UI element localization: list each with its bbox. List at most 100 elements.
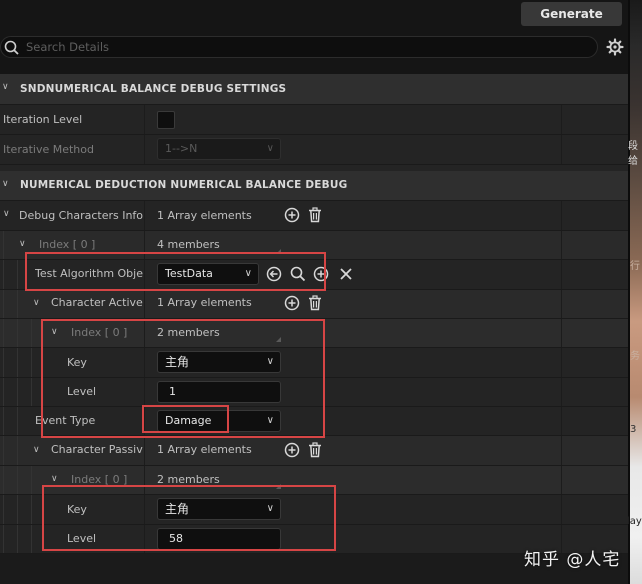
dropdown-value: TestData [165, 267, 213, 280]
trash-icon[interactable] [307, 442, 323, 458]
chevron-down-icon: ∨ [266, 356, 274, 367]
resize-grip-icon [276, 249, 281, 254]
tree-guide [3, 495, 4, 524]
tree-guide [3, 466, 4, 494]
iterative-method-dropdown[interactable]: 1-->N ∨ [157, 138, 281, 160]
property-label: Character Active [51, 296, 143, 309]
tree-guide [31, 378, 32, 406]
tree-guide [17, 436, 18, 465]
column-divider [144, 378, 145, 406]
column-divider [144, 135, 145, 164]
column-divider [561, 319, 562, 347]
section-header-settings[interactable]: ∨ SNDNUMERICAL BALANCE DEBUG SETTINGS [0, 74, 628, 105]
side-text-fragment: 务 [630, 351, 640, 362]
tree-guide [31, 495, 32, 524]
add-element-icon[interactable] [284, 442, 300, 458]
active-key-dropdown[interactable]: 主角 ∨ [157, 351, 281, 373]
tree-guide [3, 290, 4, 318]
section-header-debug[interactable]: ∨ NUMERICAL DEDUCTION NUMERICAL BALANCE … [0, 171, 628, 201]
side-text-fragment: 3 [630, 424, 637, 435]
tree-guide [3, 348, 4, 377]
tree-guide [17, 260, 18, 289]
resize-grip-icon [276, 484, 281, 489]
row-event-type: Event Type Damage ∨ [0, 407, 628, 436]
row-active-key: Key 主角 ∨ [0, 348, 628, 378]
chevron-down-icon: ∨ [266, 415, 274, 426]
chevron-down-icon[interactable]: ∨ [19, 239, 26, 249]
tree-guide [17, 319, 18, 347]
chevron-down-icon[interactable]: ∨ [33, 445, 40, 455]
column-divider [561, 466, 562, 494]
section-title: NUMERICAL DEDUCTION NUMERICAL BALANCE DE… [20, 179, 348, 191]
browse-search-icon[interactable] [290, 266, 306, 282]
column-divider [144, 407, 145, 435]
property-label: Debug Characters Info [19, 209, 144, 222]
tree-guide [17, 525, 18, 553]
column-divider [561, 231, 562, 259]
column-divider [144, 260, 145, 289]
column-divider [144, 231, 145, 259]
passive-level-input[interactable]: 58 [157, 528, 281, 550]
property-label: Level [67, 385, 97, 398]
details-panel: ∨ SNDNUMERICAL BALANCE DEBUG SETTINGS It… [0, 74, 628, 554]
property-label: Iteration Level [3, 113, 83, 126]
add-element-icon[interactable] [284, 295, 300, 311]
tree-guide [17, 378, 18, 406]
test-algorithm-asset-dropdown[interactable]: TestData ∨ [157, 263, 259, 285]
settings-gear-icon[interactable] [606, 38, 624, 56]
chevron-down-icon[interactable]: ∨ [51, 327, 58, 337]
iteration-level-checkbox[interactable] [157, 111, 175, 129]
search-bar[interactable]: Search Details [0, 36, 598, 58]
add-element-icon[interactable] [284, 207, 300, 223]
tree-guide [17, 407, 18, 435]
chevron-down-icon: ∨ [244, 268, 252, 279]
column-divider [561, 378, 562, 406]
tree-guide [17, 466, 18, 494]
passive-key-dropdown[interactable]: 主角 ∨ [157, 498, 281, 520]
search-icon [4, 40, 19, 55]
generate-button[interactable]: Generate [521, 2, 622, 26]
background-image-strip [630, 0, 642, 584]
chevron-down-icon: ∨ [266, 503, 274, 514]
member-count: 2 members [157, 473, 220, 486]
column-divider [144, 525, 145, 553]
chevron-down-icon[interactable]: ∨ [2, 82, 9, 92]
chevron-down-icon[interactable]: ∨ [33, 298, 40, 308]
chevron-down-icon[interactable]: ∨ [51, 474, 58, 484]
column-divider [561, 135, 562, 164]
property-label: Index [ 0 ] [39, 238, 96, 251]
column-divider [561, 407, 562, 435]
property-label: Character Passive [51, 443, 143, 456]
tree-guide [3, 407, 4, 435]
column-divider [561, 260, 562, 289]
property-label: Iterative Method [3, 143, 94, 156]
column-divider [144, 290, 145, 318]
tree-guide [3, 231, 4, 259]
resize-grip-icon [276, 337, 281, 342]
trash-icon[interactable] [307, 207, 323, 223]
event-type-dropdown[interactable]: Damage ∨ [157, 410, 281, 432]
chevron-down-icon[interactable]: ∨ [3, 209, 10, 219]
dropdown-value: 1-->N [165, 142, 198, 155]
trash-icon[interactable] [307, 295, 323, 311]
tree-guide [31, 525, 32, 553]
tree-guide [3, 319, 4, 347]
tree-guide [17, 290, 18, 318]
create-asset-icon[interactable] [313, 266, 329, 282]
row-iterative-method: Iterative Method 1-->N ∨ [0, 135, 628, 165]
active-level-input[interactable]: 1 [157, 381, 281, 403]
property-label: Key [67, 503, 87, 516]
section-title: SNDNUMERICAL BALANCE DEBUG SETTINGS [20, 83, 287, 95]
column-divider [561, 348, 562, 377]
row-debug-characters-info: ∨ Debug Characters Info 1 Array elements [0, 201, 628, 231]
row-iteration-level: Iteration Level [0, 105, 628, 135]
clear-close-icon[interactable] [338, 266, 354, 282]
chevron-down-icon[interactable]: ∨ [2, 179, 9, 189]
use-selected-arrow-icon[interactable] [266, 266, 282, 282]
column-divider [144, 495, 145, 524]
array-count: 1 Array elements [157, 209, 252, 222]
tree-guide [3, 260, 4, 289]
side-text-fragment: 行 [630, 261, 640, 272]
row-character-active: ∨ Character Active 1 Array elements [0, 290, 628, 319]
search-input[interactable]: Search Details [26, 40, 109, 54]
